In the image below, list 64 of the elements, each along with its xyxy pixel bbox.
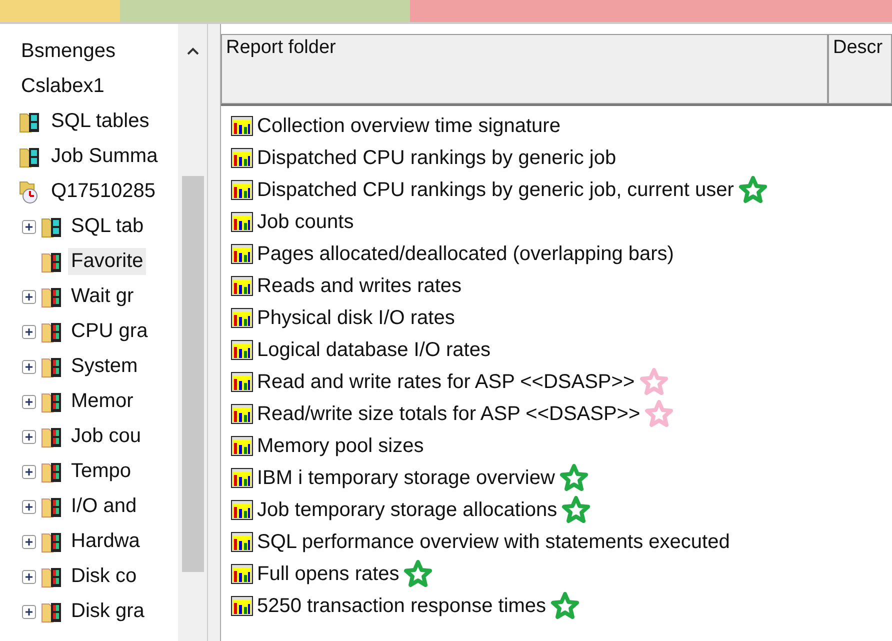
tree-item[interactable]: Memor: [68, 388, 136, 415]
tree-item[interactable]: Bsmenges: [18, 38, 118, 65]
report-name[interactable]: Job temporary storage allocations: [257, 498, 558, 522]
expand-icon[interactable]: [22, 500, 36, 514]
expand-icon[interactable]: [22, 430, 36, 444]
tree-item[interactable]: Favorite: [68, 248, 146, 275]
tree-item[interactable]: I/O and: [68, 493, 140, 520]
tree-item[interactable]: Disk gra: [68, 598, 148, 625]
tree-item[interactable]: Job Summa: [48, 143, 161, 170]
chart-icon: [231, 148, 253, 168]
report-name[interactable]: IBM i temporary storage overview: [257, 466, 555, 490]
report-name[interactable]: Physical disk I/O rates: [257, 306, 455, 330]
chart-icon: [231, 276, 253, 296]
tree-item[interactable]: Tempo: [68, 458, 134, 485]
tree-item[interactable]: System: [68, 353, 141, 380]
tree-item[interactable]: Disk co: [68, 563, 140, 590]
chart-icon: [231, 596, 253, 616]
expand-icon[interactable]: [22, 604, 36, 618]
chart-icon: [231, 532, 253, 552]
chart-icon: [231, 436, 253, 456]
expand-icon[interactable]: [22, 220, 36, 234]
report-name[interactable]: 5250 transaction response times: [257, 594, 546, 618]
tree-item[interactable]: Hardwa: [68, 528, 143, 555]
chart-icon: [231, 308, 253, 328]
report-name[interactable]: Logical database I/O rates: [257, 338, 490, 362]
expand-icon[interactable]: [22, 360, 36, 374]
chart-icon: [231, 244, 253, 264]
tree-item[interactable]: Wait gr: [68, 283, 137, 310]
expand-icon[interactable]: [22, 324, 36, 338]
expand-icon[interactable]: [22, 570, 36, 584]
tree-item[interactable]: Cslabex1: [18, 73, 108, 100]
chart-icon: [231, 468, 253, 488]
chart-icon: [231, 404, 253, 424]
expand-icon[interactable]: [22, 290, 36, 304]
report-name[interactable]: Pages allocated/deallocated (overlapping bars): [257, 242, 674, 266]
column-header[interactable]: Report folder: [221, 34, 828, 104]
report-name[interactable]: SQL performance overview with statements executed: [257, 530, 730, 554]
expand-icon[interactable]: [22, 394, 36, 408]
chart-icon: [231, 180, 253, 200]
tree-item[interactable]: SQL tab: [68, 213, 147, 240]
report-name[interactable]: Read/write size totals for ASP <<DSASP>>: [257, 402, 640, 426]
expand-icon[interactable]: [22, 464, 36, 478]
column-header[interactable]: Descr: [828, 34, 892, 104]
report-name[interactable]: Read and write rates for ASP <<DSASP>>: [257, 370, 635, 394]
tree-item[interactable]: CPU gra: [68, 318, 151, 345]
report-name[interactable]: Dispatched CPU rankings by generic job, current user: [257, 178, 734, 202]
chart-icon: [231, 116, 253, 136]
report-name[interactable]: Memory pool sizes: [257, 434, 424, 458]
report-name[interactable]: Collection overview time signature: [257, 114, 560, 138]
report-name[interactable]: Dispatched CPU rankings by generic job: [257, 146, 616, 170]
expand-icon[interactable]: [22, 534, 36, 548]
chart-icon: [231, 372, 253, 392]
chart-icon: [231, 564, 253, 584]
scrollbar-thumb[interactable]: [182, 176, 204, 572]
chart-icon: [231, 500, 253, 520]
chart-icon: [231, 340, 253, 360]
report-name[interactable]: Job counts: [257, 210, 354, 234]
report-name[interactable]: Full opens rates: [257, 562, 400, 586]
tree-item[interactable]: Q17510285: [48, 178, 159, 205]
tree-item[interactable]: Job cou: [68, 423, 144, 450]
tree-item[interactable]: SQL tables: [48, 108, 152, 135]
scroll-up-icon[interactable]: [186, 46, 200, 56]
chart-icon: [231, 212, 253, 232]
report-name[interactable]: Reads and writes rates: [257, 274, 462, 298]
